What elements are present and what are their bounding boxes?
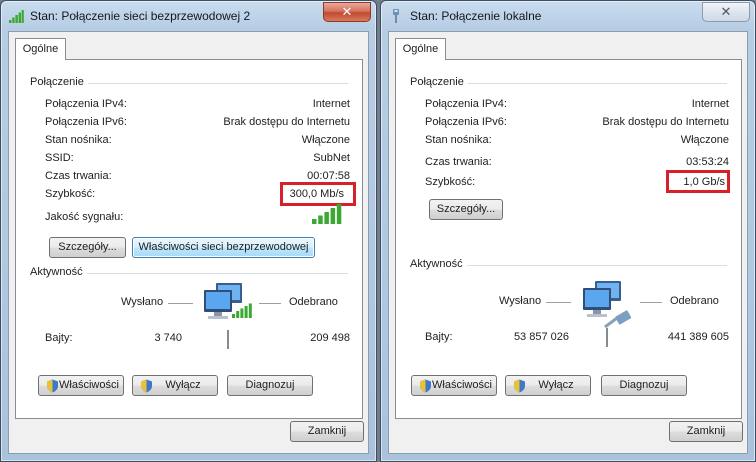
bytes-label: Bajty: [425,331,453,343]
duration-value: 00:07:58 [307,170,350,182]
title-bar[interactable]: Stan: Połączenie sieci bezprzewodowej 2 … [1,1,376,31]
uac-shield-icon [47,379,58,393]
ssid-value: SubNet [313,152,350,164]
media-state-value: Włączone [301,134,350,146]
duration-label: Czas trwania: [425,156,492,168]
bytes-sent-value: 53 857 026 [513,331,569,343]
tab-panel: Połączenie Połączenia IPv4: Internet Poł… [15,59,363,419]
lan-status-window: Stan: Połączenie lokalne ✕ Ogólne Połącz… [380,0,756,462]
ipv6-label: Połączenia IPv6: [45,116,127,128]
bytes-label: Bajty: [45,332,73,344]
ethernet-plug-icon [393,9,399,23]
speed-label: Szybkość: [45,188,96,200]
disable-button-label: Wyłącz [538,379,574,391]
signal-strength-icon [312,204,342,224]
details-button[interactable]: Szczegóły... [429,199,503,220]
sent-line [546,302,571,303]
media-state-label: Stan nośnika: [425,134,492,146]
window-title: Stan: Połączenie lokalne [410,9,542,23]
received-label: Odebrano [289,296,338,308]
uac-shield-icon [141,379,152,393]
close-button[interactable]: Zamknij [290,421,364,442]
ipv4-value: Internet [691,98,729,110]
bytes-received-value: 441 389 605 [667,331,729,343]
disable-button[interactable]: Wyłącz [505,375,591,396]
ipv6-value: Brak dostępu do Internetu [223,116,350,128]
wireless-properties-button[interactable]: Właściwości sieci bezprzewodowej [132,237,315,258]
duration-value: 03:53:24 [686,156,729,168]
disable-button-label: Wyłącz [165,379,201,391]
sent-label: Wysłano [121,296,164,308]
connection-group-title: Połączenie [410,76,468,88]
signal-quality-label: Jakość sygnału: [45,211,124,223]
diagnose-button[interactable]: Diagnozuj [227,375,313,396]
sent-label: Wysłano [499,295,542,307]
uac-shield-icon [514,379,525,393]
tab-general[interactable]: Ogólne [15,38,66,60]
window-close-button[interactable]: ✕ [323,2,371,22]
dialog-client: Ogólne Połączenie Połączenia IPv4: Inter… [388,31,748,454]
media-state-label: Stan nośnika: [45,134,112,146]
properties-button[interactable]: Właściwości [411,375,497,396]
sent-line [168,303,193,304]
received-line [259,303,281,304]
dialog-client: Ogólne Połączenie Połączenia IPv4: Inter… [8,31,369,454]
title-bar[interactable]: Stan: Połączenie lokalne ✕ [381,1,755,31]
ipv6-label: Połączenia IPv6: [425,116,507,128]
signal-strength-small-icon [232,303,252,318]
ipv6-value: Brak dostępu do Internetu [602,116,729,128]
bytes-sent-value: 3 740 [154,332,182,344]
activity-separator [606,328,608,347]
window-title: Stan: Połączenie sieci bezprzewodowej 2 [30,9,251,23]
activity-group-title: Aktywność [410,258,467,270]
duration-label: Czas trwania: [45,170,112,182]
media-state-value: Włączone [680,134,729,146]
activity-separator [227,330,229,349]
activity-group-title: Aktywność [30,266,87,278]
received-line [640,302,662,303]
bytes-received-value: 209 498 [310,332,350,344]
ssid-label: SSID: [45,152,74,164]
ipv4-label: Połączenia IPv4: [425,98,507,110]
close-button[interactable]: Zamknij [669,421,743,442]
close-icon: ✕ [341,4,353,19]
disable-button[interactable]: Wyłącz [132,375,218,396]
close-icon: ✕ [720,4,732,19]
wireless-signal-icon [9,10,24,23]
speed-label: Szybkość: [425,176,476,188]
wireless-status-window: Stan: Połączenie sieci bezprzewodowej 2 … [0,0,377,462]
properties-button[interactable]: Właściwości [38,375,124,396]
speed-highlight [666,170,730,193]
tab-general[interactable]: Ogólne [395,38,446,60]
tab-panel: Połączenie Połączenia IPv4: Internet Poł… [395,59,742,419]
diagnose-button[interactable]: Diagnozuj [601,375,687,396]
ipv4-value: Internet [312,98,350,110]
details-button[interactable]: Szczegóły... [49,237,126,258]
ethernet-cable-icon [604,310,632,329]
window-close-button[interactable]: ✕ [702,2,750,22]
connection-group-title: Połączenie [30,76,88,88]
uac-shield-icon [420,379,431,393]
ipv4-label: Połączenia IPv4: [45,98,127,110]
received-label: Odebrano [670,295,719,307]
